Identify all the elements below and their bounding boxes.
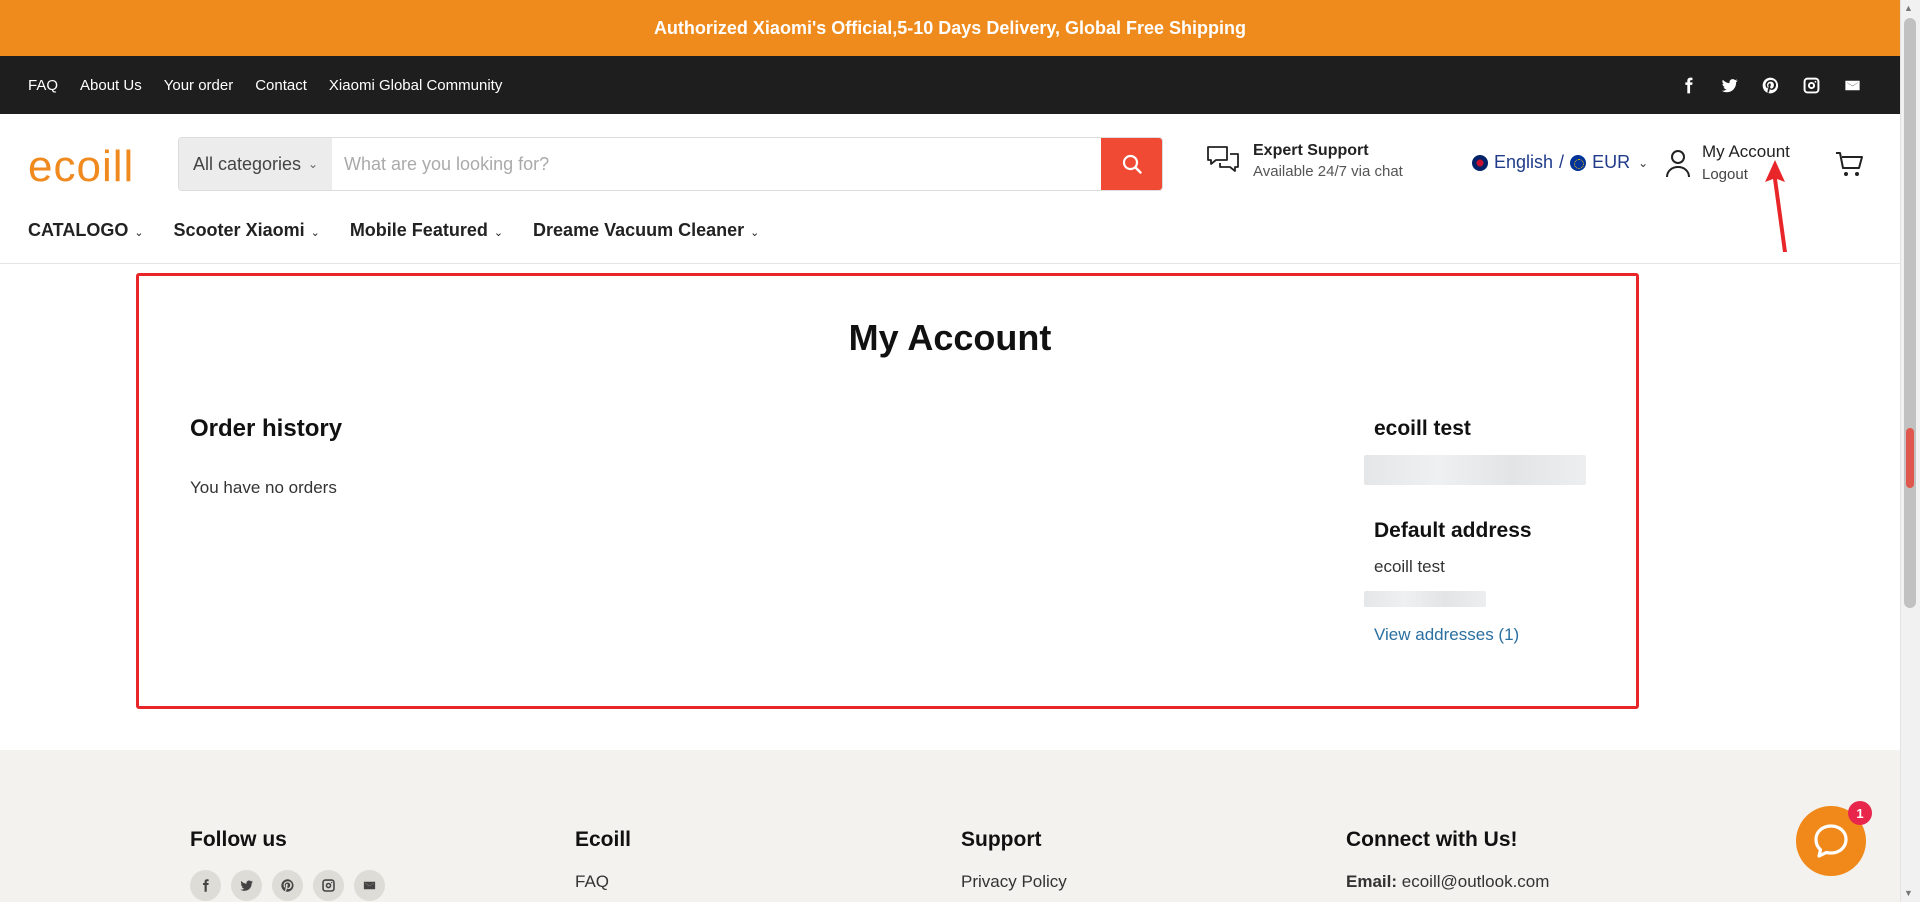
chevron-down-icon: ⌄ bbox=[1638, 155, 1649, 170]
locale-selector[interactable]: English / EUR ⌄ bbox=[1472, 152, 1648, 173]
chat-notification-badge: 1 bbox=[1848, 801, 1872, 825]
footer-connect-column: Connect with Us! Email: ecoill@outlook.c… bbox=[1346, 828, 1549, 892]
pinterest-icon[interactable] bbox=[272, 870, 303, 901]
page-title: My Account bbox=[848, 317, 1052, 358]
announcement-bar: Authorized Xiaomi's Official,5-10 Days D… bbox=[0, 0, 1900, 56]
uk-flag-icon bbox=[1472, 154, 1488, 171]
footer-email-label: Email: bbox=[1346, 872, 1398, 891]
footer-support-heading: Support bbox=[961, 828, 1042, 851]
facebook-icon[interactable] bbox=[1679, 76, 1698, 95]
customer-details: ecoill test Default address ecoill test … bbox=[1364, 417, 1604, 645]
category-select-label: All categories bbox=[193, 153, 302, 174]
announcement-text: Authorized Xiaomi's Official,5-10 Days D… bbox=[653, 17, 1247, 38]
currency-label: EUR bbox=[1592, 152, 1631, 172]
search-input[interactable] bbox=[332, 138, 1101, 190]
nav-item-label: Mobile Featured bbox=[349, 220, 488, 240]
footer-follow-heading: Follow us bbox=[190, 828, 287, 851]
top-link-about-us[interactable]: About Us bbox=[80, 77, 142, 94]
footer-link-faq[interactable]: FAQ bbox=[575, 872, 631, 892]
cart-button[interactable] bbox=[1834, 148, 1866, 185]
chevron-down-icon: ⌄ bbox=[307, 157, 318, 171]
cart-icon bbox=[1836, 152, 1863, 176]
chevron-down-icon: ⌄ bbox=[750, 227, 760, 239]
redacted-email bbox=[1364, 455, 1586, 485]
view-addresses-link[interactable]: View addresses (1) bbox=[1374, 625, 1519, 645]
language-label: English bbox=[1494, 152, 1554, 172]
nav-item-mobile-featured[interactable]: Mobile Featured ⌄ bbox=[350, 220, 503, 241]
site-header: ecoill All categories ⌄ Expert Support A… bbox=[0, 114, 1900, 264]
eu-flag-icon bbox=[1570, 154, 1587, 171]
support-subtitle: Available 24/7 via chat bbox=[1253, 163, 1403, 180]
customer-name: ecoill test bbox=[1374, 417, 1471, 440]
scroll-down-arrow-icon[interactable]: ▼ bbox=[1904, 888, 1913, 898]
scroll-up-arrow-icon[interactable]: ▲ bbox=[1904, 3, 1913, 13]
scrollbar-thumb[interactable] bbox=[1904, 18, 1916, 608]
chevron-down-icon: ⌄ bbox=[493, 227, 504, 239]
order-history-heading: Order history bbox=[190, 415, 343, 442]
no-orders-message: You have no orders bbox=[190, 478, 337, 497]
nav-item-catalogo[interactable]: CATALOGO ⌄ bbox=[28, 220, 144, 241]
chevron-down-icon: ⌄ bbox=[134, 227, 144, 239]
top-social-links bbox=[1679, 76, 1862, 95]
footer-support-column: Support Privacy Policy bbox=[961, 828, 1067, 892]
footer-ecoill-heading: Ecoill bbox=[575, 828, 632, 851]
site-logo[interactable]: ecoill bbox=[28, 142, 134, 192]
footer-email-address[interactable]: ecoill@outlook.com bbox=[1402, 872, 1550, 891]
top-link-community[interactable]: Xiaomi Global Community bbox=[329, 77, 502, 94]
instagram-icon[interactable] bbox=[313, 870, 344, 901]
top-links: FAQ About Us Your order Contact Xiaomi G… bbox=[28, 77, 502, 94]
top-utility-bar: FAQ About Us Your order Contact Xiaomi G… bbox=[0, 56, 1900, 114]
pinterest-icon[interactable] bbox=[1761, 76, 1780, 95]
main-navigation: CATALOGO ⌄ Scooter Xiaomi ⌄ Mobile Feature… bbox=[28, 220, 759, 241]
redacted-address bbox=[1364, 591, 1486, 607]
footer-link-privacy-policy[interactable]: Privacy Policy bbox=[961, 872, 1067, 892]
footer-ecoill-column: Ecoill FAQ bbox=[575, 828, 631, 892]
email-icon[interactable] bbox=[354, 870, 385, 901]
my-account-link[interactable]: My Account bbox=[1702, 142, 1790, 162]
footer-email: Email: ecoill@outlook.com bbox=[1346, 872, 1549, 892]
nav-item-label: CATALOGO bbox=[28, 220, 129, 240]
search-button[interactable] bbox=[1101, 138, 1162, 190]
nav-item-scooter-xiaomi[interactable]: Scooter Xiaomi ⌄ bbox=[174, 220, 320, 241]
site-footer: Follow us Ecoill FAQ Support Privacy Pol… bbox=[0, 750, 1900, 902]
twitter-icon[interactable] bbox=[231, 870, 262, 901]
top-link-faq[interactable]: FAQ bbox=[28, 77, 58, 94]
expert-support[interactable]: Expert Support Available 24/7 via chat bbox=[1205, 142, 1403, 180]
twitter-icon[interactable] bbox=[1720, 76, 1739, 95]
default-address-heading: Default address bbox=[1374, 519, 1532, 542]
search-icon bbox=[1122, 154, 1142, 174]
footer-connect-heading: Connect with Us! bbox=[1346, 828, 1518, 851]
top-link-your-order[interactable]: Your order bbox=[164, 77, 234, 94]
scrollbar-marker bbox=[1906, 428, 1914, 488]
annotation-arrow bbox=[1765, 160, 1787, 252]
chevron-down-icon: ⌄ bbox=[310, 227, 320, 239]
footer-social-links bbox=[190, 870, 385, 901]
facebook-icon[interactable] bbox=[190, 870, 221, 901]
instagram-icon[interactable] bbox=[1802, 76, 1821, 95]
chat-bubbles-icon bbox=[1207, 146, 1239, 172]
account-content: My Account Order history You have no ord… bbox=[0, 265, 1900, 750]
email-icon[interactable] bbox=[1843, 76, 1862, 95]
nav-item-label: Scooter Xiaomi bbox=[173, 220, 305, 240]
user-icon bbox=[1666, 149, 1690, 177]
search-bar: All categories ⌄ bbox=[178, 137, 1163, 191]
support-title: Expert Support bbox=[1253, 142, 1369, 159]
category-select[interactable]: All categories ⌄ bbox=[179, 138, 332, 190]
chat-bubble-icon bbox=[1814, 824, 1848, 858]
locale-separator: / bbox=[1559, 152, 1565, 172]
top-link-contact[interactable]: Contact bbox=[255, 77, 307, 94]
nav-item-dreame-vacuum[interactable]: Dreame Vacuum Cleaner ⌄ bbox=[533, 220, 759, 241]
address-name: ecoill test bbox=[1374, 557, 1445, 576]
footer-follow-column: Follow us bbox=[190, 828, 385, 901]
nav-item-label: Dreame Vacuum Cleaner bbox=[533, 220, 745, 240]
